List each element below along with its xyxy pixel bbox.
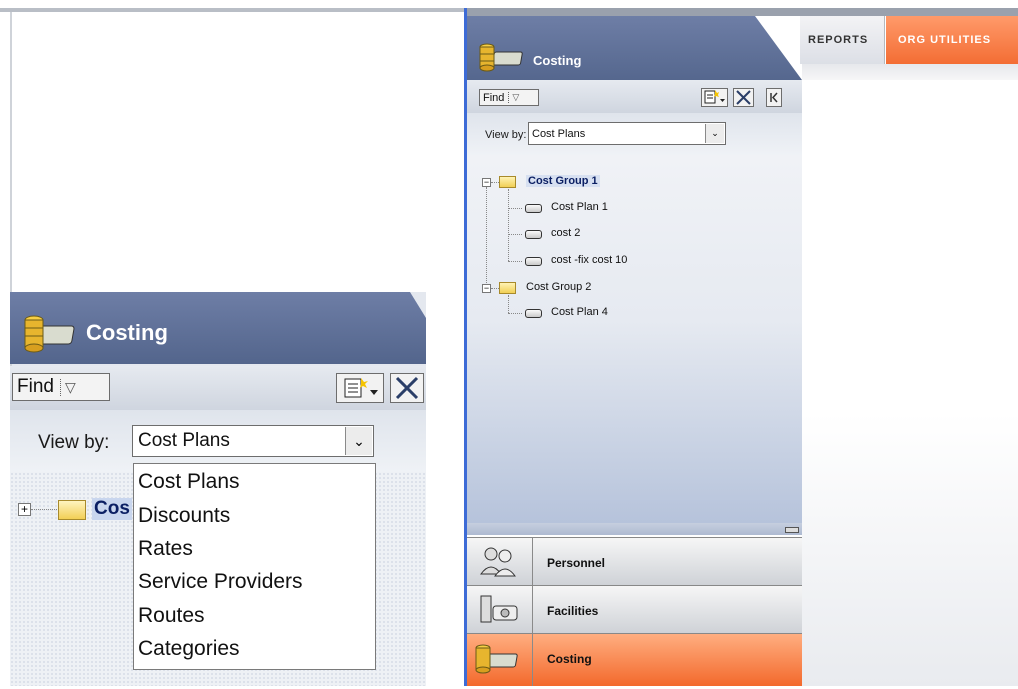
tree-connector bbox=[508, 189, 509, 261]
app-title: Costing bbox=[533, 53, 582, 68]
view-by-label: View by: bbox=[485, 129, 527, 141]
tab-org-utilities-label: Org Utilities bbox=[898, 34, 992, 46]
find-label: Find bbox=[483, 91, 505, 104]
find-button[interactable]: Find ▽ bbox=[12, 373, 110, 401]
dropdown-option-service-providers[interactable]: Service Providers bbox=[138, 570, 303, 594]
tree-connector bbox=[508, 261, 522, 262]
dropdown-option-routes[interactable]: Routes bbox=[138, 604, 205, 628]
folder-icon bbox=[499, 176, 516, 188]
cost-plan-icon bbox=[525, 230, 542, 239]
nav-personnel-label: Personnel bbox=[547, 556, 606, 570]
delete-button[interactable] bbox=[390, 373, 424, 403]
tab-strip-base bbox=[802, 64, 1018, 80]
folder-icon bbox=[58, 500, 86, 520]
dropdown-option-categories[interactable]: Categories bbox=[138, 637, 240, 661]
tree-collapse-icon[interactable]: − bbox=[482, 178, 491, 187]
collapse-panel-button[interactable] bbox=[766, 88, 782, 107]
view-by-selected-value: Cost Plans bbox=[532, 128, 586, 140]
frame-top-line bbox=[0, 8, 464, 12]
tree-connector bbox=[508, 208, 522, 209]
cost-plan-icon bbox=[525, 257, 542, 266]
new-document-icon bbox=[344, 378, 378, 398]
dropdown-option-discounts[interactable]: Discounts bbox=[138, 504, 230, 528]
dropdown-option-rates[interactable]: Rates bbox=[138, 537, 193, 561]
folder-icon bbox=[499, 282, 516, 294]
nav-splitter[interactable] bbox=[467, 523, 802, 535]
view-by-label: View by: bbox=[38, 432, 110, 453]
people-icon bbox=[480, 547, 516, 577]
tree-item-label[interactable]: cost -fix cost 10 bbox=[551, 254, 627, 266]
close-x-icon bbox=[395, 376, 419, 400]
tree-connector bbox=[508, 295, 509, 313]
new-document-icon bbox=[704, 90, 725, 104]
tree-expand-icon[interactable]: + bbox=[18, 503, 31, 516]
tab-reports-label: Reports bbox=[808, 34, 869, 46]
tree-group-label[interactable]: Cost Group 2 bbox=[526, 281, 591, 293]
nav-costing-label: Costing bbox=[547, 652, 592, 666]
tree-connector bbox=[31, 509, 57, 510]
close-x-icon bbox=[736, 90, 751, 105]
panel-title: Costing bbox=[86, 320, 168, 345]
nav-icon-cell bbox=[467, 634, 533, 686]
cost-plan-icon bbox=[525, 309, 542, 318]
tree-root-label[interactable]: Cos bbox=[92, 498, 132, 520]
view-by-selected-value: Cost Plans bbox=[138, 430, 230, 451]
dropdown-option-cost-plans[interactable]: Cost Plans bbox=[138, 470, 240, 494]
window-top-border bbox=[467, 8, 1018, 16]
tree-group-label[interactable]: Cost Group 1 bbox=[526, 175, 600, 187]
splitter-grip-icon[interactable] bbox=[785, 527, 799, 533]
facilities-phone-icon bbox=[480, 595, 518, 623]
cost-plan-icon bbox=[525, 204, 542, 213]
costing-coins-icon bbox=[475, 644, 518, 674]
chevron-down-icon[interactable]: ⌄ bbox=[705, 124, 724, 143]
find-label: Find bbox=[17, 376, 54, 397]
nav-facilities-label: Facilities bbox=[547, 604, 599, 618]
nav-icon-cell bbox=[467, 538, 533, 585]
find-dropdown-icon: ▽ bbox=[508, 92, 519, 103]
tree-connector bbox=[508, 313, 522, 314]
tree-item-label[interactable]: Cost Plan 1 bbox=[551, 201, 608, 213]
tree-connector bbox=[486, 187, 487, 287]
tree-connector bbox=[491, 182, 499, 183]
tree-connector bbox=[491, 288, 499, 289]
collapse-left-icon bbox=[770, 92, 778, 103]
tree-area bbox=[467, 155, 802, 523]
find-dropdown-icon: ▽ bbox=[59, 378, 76, 396]
tree-item-label[interactable]: Cost Plan 4 bbox=[551, 306, 608, 318]
costing-coins-icon bbox=[477, 38, 529, 79]
tree-collapse-icon[interactable]: − bbox=[482, 284, 491, 293]
find-button[interactable]: Find ▽ bbox=[479, 89, 539, 106]
costing-coins-icon bbox=[22, 306, 80, 361]
tree-item-label[interactable]: cost 2 bbox=[551, 227, 580, 239]
chevron-down-icon[interactable]: ⌄ bbox=[345, 427, 372, 455]
new-item-button[interactable] bbox=[701, 88, 728, 107]
main-content-area bbox=[802, 80, 1018, 686]
nav-icon-cell bbox=[467, 586, 533, 633]
delete-button[interactable] bbox=[733, 88, 754, 107]
new-item-button[interactable] bbox=[336, 373, 384, 403]
tree-connector bbox=[508, 234, 522, 235]
